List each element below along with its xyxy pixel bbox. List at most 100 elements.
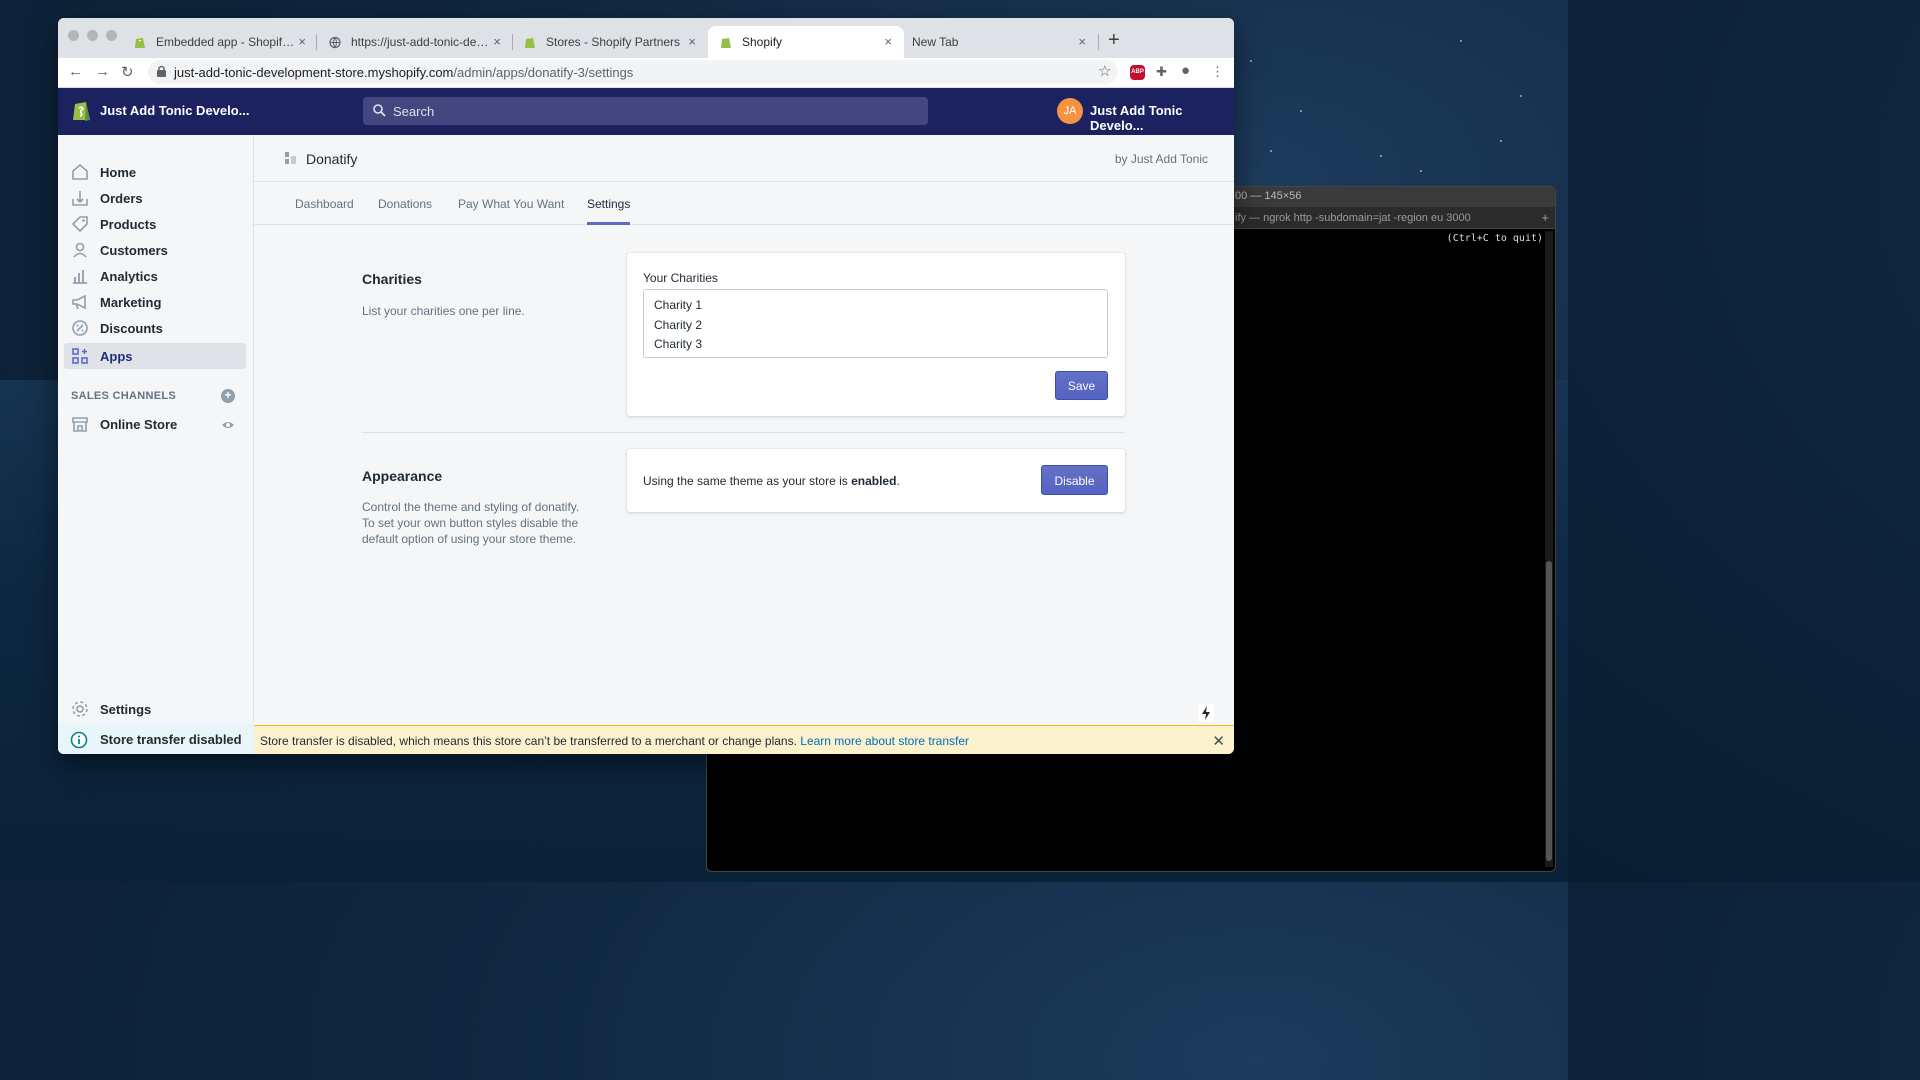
url-host: just-add-tonic-development-store.myshopi… xyxy=(174,65,454,80)
theme-status-value: enabled xyxy=(851,474,897,488)
sidebar-item-label: Marketing xyxy=(100,295,162,310)
sidebar-item-label: Online Store xyxy=(100,417,178,432)
bar-chart-icon xyxy=(73,270,87,284)
discount-icon xyxy=(72,320,88,336)
sidebar-item-apps[interactable]: Apps xyxy=(64,343,246,369)
app-header: Donatify by Just Add Tonic xyxy=(254,135,1234,182)
section-divider xyxy=(362,432,1125,433)
tab-bar: Embedded app - Shopify Partners × https:… xyxy=(58,18,1234,58)
terminal-new-tab-icon[interactable]: + xyxy=(1541,210,1549,225)
main-content: Donatify by Just Add Tonic Dashboard Don… xyxy=(254,135,1234,725)
charity-line: Charity 1 xyxy=(654,298,703,312)
sidebar-item-label: Orders xyxy=(100,191,143,206)
tab-donations[interactable]: Donations xyxy=(378,197,432,211)
bookmark-star-icon[interactable]: ☆ xyxy=(1098,62,1111,80)
theme-status-text: Using the same theme as your store is en… xyxy=(643,474,900,488)
lightning-icon[interactable] xyxy=(1198,704,1214,722)
sidebar-item-discounts[interactable]: Discounts xyxy=(64,315,246,341)
maximize-window-button[interactable] xyxy=(106,30,117,41)
close-tab-icon[interactable]: × xyxy=(493,34,501,49)
sidebar-item-customers[interactable]: Customers xyxy=(64,237,246,263)
shopify-favicon-icon xyxy=(721,38,731,48)
tab-title: https://just-add-tonic-development-store… xyxy=(351,35,491,49)
browser-tab[interactable]: https://just-add-tonic-development-store… xyxy=(317,26,513,58)
terminal-tab-label: ify — ngrok http -subdomain=jat -region … xyxy=(1235,212,1471,224)
sidebar-item-label: Settings xyxy=(100,702,152,717)
back-arrow-icon[interactable]: ← xyxy=(68,63,83,80)
terminal-scroll-thumb[interactable] xyxy=(1546,561,1552,861)
eye-icon[interactable] xyxy=(221,418,235,432)
terminal-scrollbar[interactable] xyxy=(1545,231,1553,867)
search-icon xyxy=(373,104,386,117)
charities-textarea[interactable]: Charity 1 Charity 2 Charity 3 xyxy=(643,289,1108,358)
close-tab-icon[interactable]: × xyxy=(298,34,306,49)
sidebar-item-analytics[interactable]: Analytics xyxy=(64,263,246,289)
store-icon xyxy=(72,417,88,432)
forward-arrow-icon[interactable]: → xyxy=(95,63,110,80)
person-icon xyxy=(73,242,87,258)
extensions-puzzle-icon[interactable]: ✚ xyxy=(1156,64,1167,80)
disable-button[interactable]: Disable xyxy=(1041,465,1108,495)
orders-icon xyxy=(72,191,88,206)
store-transfer-banner: Store transfer is disabled, which means … xyxy=(254,725,1234,754)
reload-icon[interactable]: ↻ xyxy=(121,63,134,81)
browser-toolbar: ← → ↻ just-add-tonic-development-store.m… xyxy=(58,58,1234,88)
shopify-topbar: Just Add Tonic Develo... Search JA Just … xyxy=(58,88,1234,135)
search-input[interactable]: Search xyxy=(363,97,928,125)
new-tab-icon[interactable]: + xyxy=(1108,29,1120,52)
browser-tab[interactable]: Stores - Shopify Partners × xyxy=(512,26,708,58)
avatar[interactable]: JA xyxy=(1057,98,1083,124)
tab-title: New Tab xyxy=(912,35,959,49)
window-controls xyxy=(68,30,117,41)
browser-tab[interactable]: New Tab × xyxy=(902,26,1098,58)
sidebar-item-label: Home xyxy=(100,165,137,180)
lock-icon xyxy=(157,65,166,77)
app-icon xyxy=(285,152,296,164)
tab-settings[interactable]: Settings xyxy=(587,197,630,211)
browser-tab-active[interactable]: Shopify × xyxy=(708,26,904,58)
sidebar: Home Orders Products Customers Analytics… xyxy=(58,135,254,754)
close-tab-icon[interactable]: × xyxy=(688,34,696,49)
sidebar-item-settings[interactable]: Settings xyxy=(64,696,246,722)
sales-channels-heading: SALES CHANNELS xyxy=(71,390,177,402)
learn-more-link[interactable]: Learn more about store transfer xyxy=(800,734,969,748)
info-icon xyxy=(70,731,88,749)
tag-icon xyxy=(71,216,88,233)
sidebar-item-products[interactable]: Products xyxy=(64,211,246,237)
theme-status-suffix: . xyxy=(896,474,900,488)
adblock-extension-icon[interactable]: ABP xyxy=(1130,65,1145,80)
close-tab-icon[interactable]: × xyxy=(1078,34,1086,49)
close-window-button[interactable] xyxy=(68,30,79,41)
close-tab-icon[interactable]: × xyxy=(884,34,892,49)
minimize-window-button[interactable] xyxy=(87,30,98,41)
gear-icon xyxy=(72,701,88,717)
appearance-card: Using the same theme as your store is en… xyxy=(627,449,1125,512)
add-sales-channel-icon[interactable]: + xyxy=(221,389,235,403)
shopify-logo-icon[interactable] xyxy=(72,98,92,122)
tab-dashboard[interactable]: Dashboard xyxy=(295,197,354,211)
tab-pay-what-you-want[interactable]: Pay What You Want xyxy=(458,197,564,211)
browser-tab[interactable]: Embedded app - Shopify Partners × xyxy=(122,26,318,58)
store-name[interactable]: Just Add Tonic Develo... xyxy=(100,103,250,118)
charities-title: Charities xyxy=(362,271,422,287)
address-bar[interactable]: just-add-tonic-development-store.myshopi… xyxy=(148,60,1118,84)
sidebar-item-online-store[interactable]: Online Store xyxy=(64,411,246,437)
store-transfer-status[interactable]: Store transfer disabled xyxy=(58,723,254,754)
charities-card: Your Charities Charity 1 Charity 2 Chari… xyxy=(627,253,1125,416)
sidebar-item-orders[interactable]: Orders xyxy=(64,185,246,211)
sidebar-item-label: Customers xyxy=(100,243,168,258)
megaphone-icon xyxy=(72,294,86,310)
sidebar-item-label: Analytics xyxy=(100,269,158,284)
charities-description: List your charities one per line. xyxy=(362,304,525,318)
app-tabs: Dashboard Donations Pay What You Want Se… xyxy=(254,182,1234,225)
sidebar-item-label: Apps xyxy=(100,349,133,364)
sidebar-item-marketing[interactable]: Marketing xyxy=(64,289,246,315)
account-name[interactable]: Just Add Tonic Develo... xyxy=(1090,103,1234,133)
page-title: Donatify xyxy=(306,151,358,167)
appearance-description: Control the theme and styling of donatif… xyxy=(362,500,580,546)
sidebar-item-home[interactable]: Home xyxy=(64,159,246,185)
close-icon[interactable]: ✕ xyxy=(1212,732,1225,750)
profile-icon[interactable]: ● xyxy=(1181,62,1190,79)
menu-dots-icon[interactable]: ⋮ xyxy=(1211,64,1224,80)
save-button[interactable]: Save xyxy=(1055,371,1108,400)
